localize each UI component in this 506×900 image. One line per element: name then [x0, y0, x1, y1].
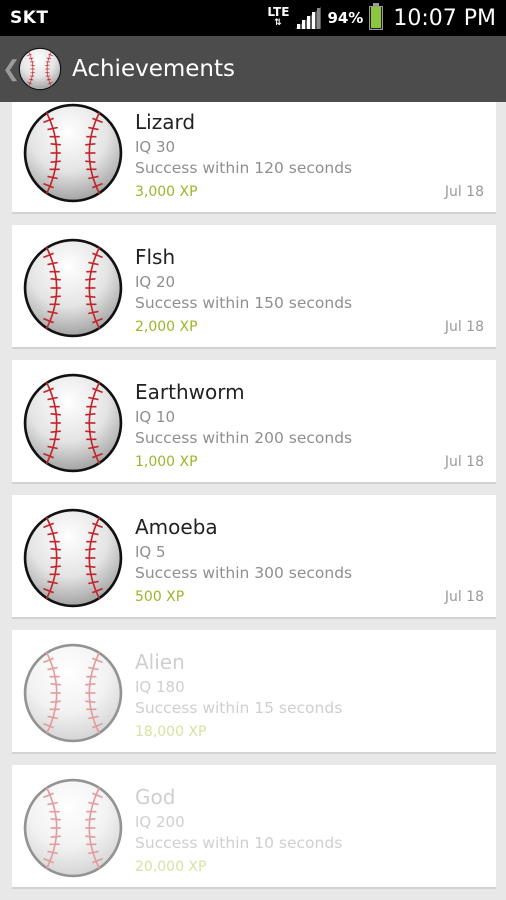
baseball-icon [22, 237, 124, 339]
baseball-icon [22, 102, 124, 204]
achievement-xp: 2,000 XP [135, 319, 198, 335]
achievement-name: Flsh [135, 245, 176, 269]
data-arrows-icon: ⇅ [274, 18, 283, 28]
status-bar: SKT LTE ⇅ 94% 10:07 PM [0, 0, 506, 36]
achievement-card[interactable]: Alien IQ 180 Success within 15 seconds 18,0… [12, 630, 496, 754]
achievement-card[interactable]: Amoeba IQ 5 Success within 300 seconds 500 … [12, 495, 496, 619]
achievement-card[interactable]: Lizard IQ 30 Success within 120 seconds 3,0… [12, 102, 496, 214]
baseball-icon [22, 642, 124, 744]
action-bar: ❮ Achievements [0, 36, 506, 102]
battery-percent: 94% [327, 9, 364, 27]
achievement-date: Jul 18 [444, 184, 484, 200]
achievement-description: Success within 150 seconds [135, 294, 353, 312]
signal-strength-icon [295, 7, 322, 29]
achievement-iq: IQ 20 [135, 273, 176, 291]
achievement-card[interactable]: God IQ 200 Success within 10 seconds 20,000… [12, 765, 496, 889]
achievement-description: Success within 300 seconds [135, 564, 353, 582]
page-title: Achievements [72, 56, 235, 82]
achievement-xp: 3,000 XP [135, 184, 198, 200]
achievement-description: Success within 10 seconds [135, 834, 343, 852]
achievement-list[interactable]: Lizard IQ 30 Success within 120 seconds 3,0… [0, 102, 506, 900]
baseball-icon[interactable] [18, 47, 62, 91]
achievement-card[interactable]: Flsh IQ 20 Success within 150 seconds 2,000… [12, 225, 496, 349]
achievement-name: Alien [135, 650, 185, 674]
achievement-description: Success within 15 seconds [135, 699, 343, 717]
carrier-label: SKT [10, 8, 49, 28]
achievement-xp: 1,000 XP [135, 454, 198, 470]
lte-label: LTE [267, 5, 290, 19]
battery-fill [371, 7, 382, 28]
baseball-icon [22, 372, 124, 474]
baseball-icon [22, 507, 124, 609]
achievement-description: Success within 120 seconds [135, 159, 353, 177]
achievement-xp: 500 XP [135, 589, 185, 605]
achievement-card[interactable]: Earthworm IQ 10 Success within 200 seconds… [12, 360, 496, 484]
achievement-date: Jul 18 [444, 319, 484, 335]
achievement-iq: IQ 200 [135, 813, 185, 831]
achievement-date: Jul 18 [444, 589, 484, 605]
achievement-name: God [135, 785, 176, 809]
lte-indicator: LTE ⇅ [267, 5, 290, 29]
achievement-iq: IQ 10 [135, 408, 176, 426]
achievement-name: Lizard [135, 110, 196, 134]
achievement-name: Amoeba [135, 515, 218, 539]
chevron-left-icon[interactable]: ❮ [2, 56, 20, 82]
status-icons: LTE ⇅ 94% 10:07 PM [267, 3, 496, 31]
achievement-xp: 20,000 XP [135, 859, 207, 875]
achievement-name: Earthworm [135, 380, 245, 404]
clock: 10:07 PM [393, 5, 496, 31]
achievement-iq: IQ 5 [135, 543, 166, 561]
battery-icon [369, 3, 384, 30]
achievement-date: Jul 18 [444, 454, 484, 470]
achievement-xp: 18,000 XP [135, 724, 207, 740]
achievement-description: Success within 200 seconds [135, 429, 353, 447]
achievement-iq: IQ 30 [135, 138, 176, 156]
achievement-iq: IQ 180 [135, 678, 185, 696]
baseball-icon [22, 777, 124, 879]
